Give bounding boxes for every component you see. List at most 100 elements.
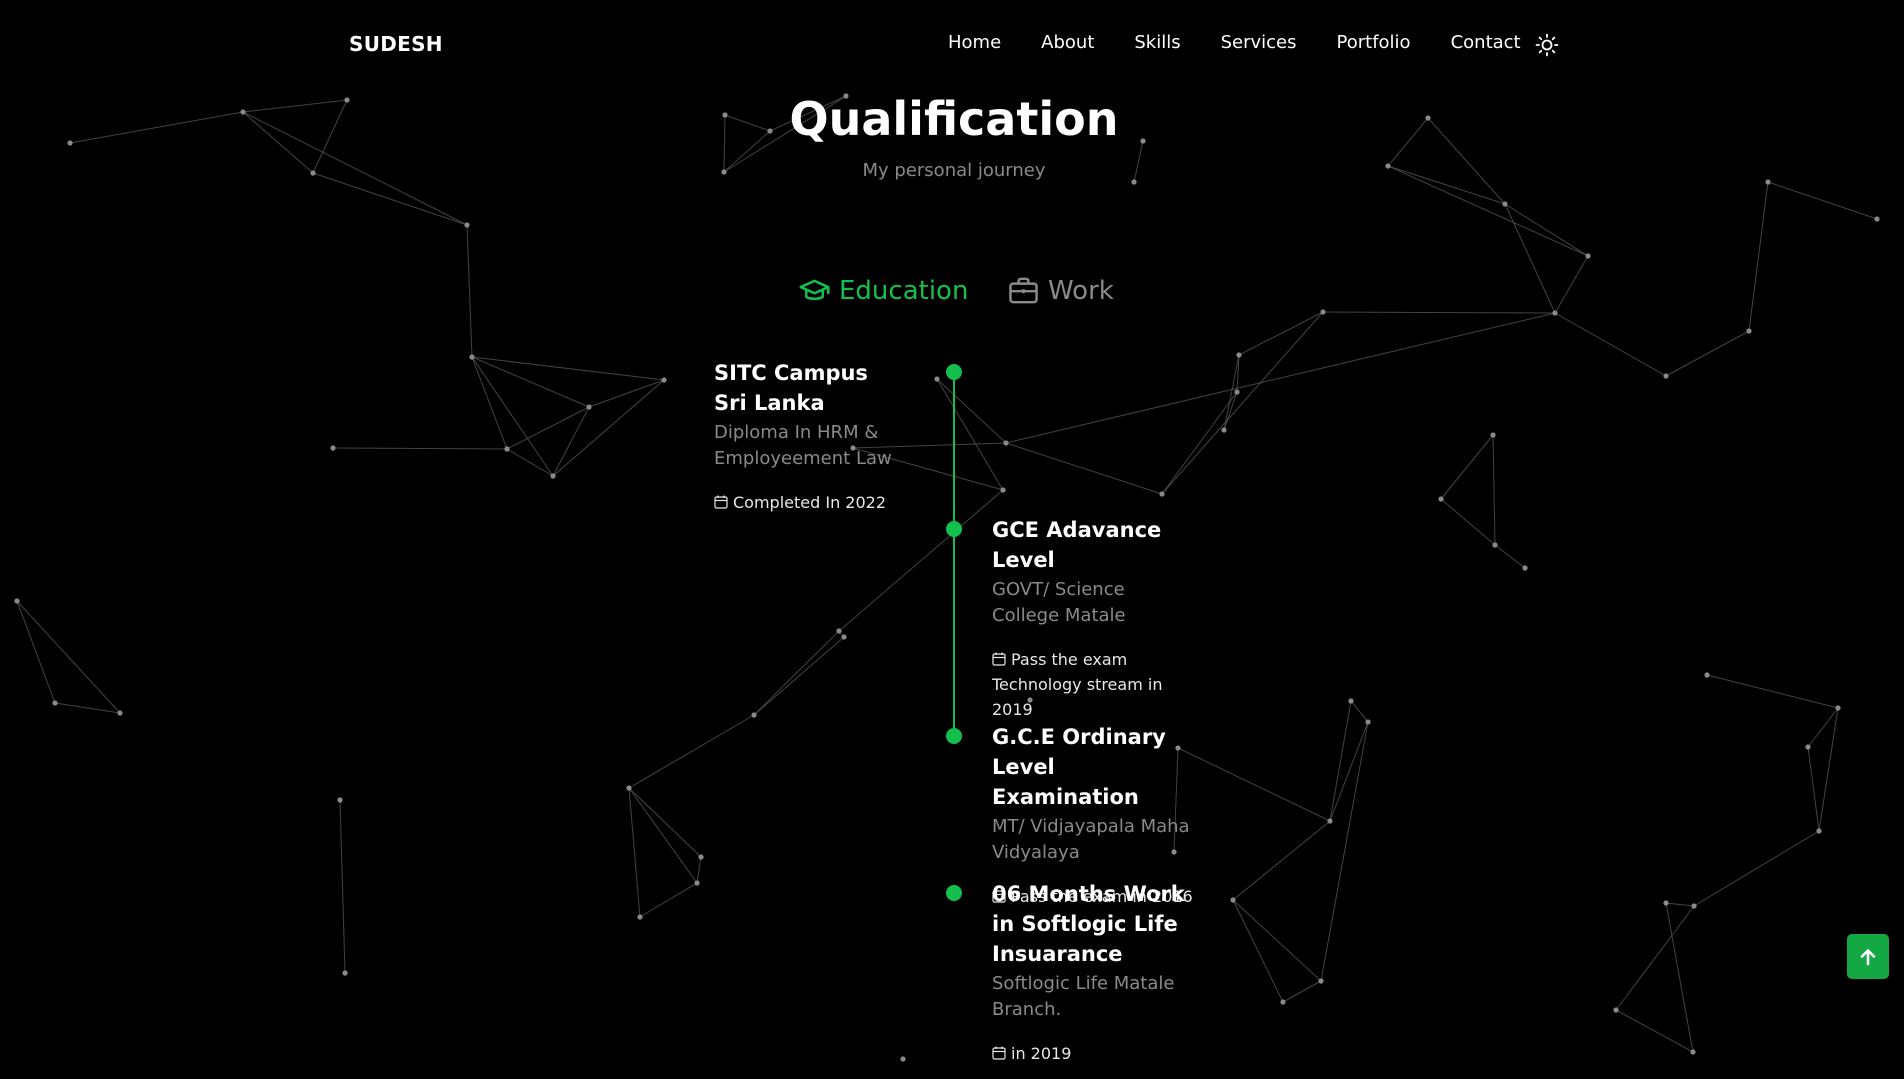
particle-link [1329, 700, 1352, 822]
particle-link [1322, 311, 1556, 314]
particle-dot [751, 712, 757, 718]
particle-link [1818, 707, 1839, 832]
particle-link [753, 636, 845, 716]
particle-link [16, 600, 121, 714]
particle-dot [934, 376, 940, 382]
particle-link [639, 882, 698, 918]
particle-link [1005, 442, 1163, 495]
calendar-icon [714, 495, 728, 509]
timeline-item-title: G.C.E Ordinary Level Examination [992, 725, 1166, 809]
particle-dot [637, 914, 643, 920]
particle-dot [1318, 978, 1324, 984]
particle-dot [1502, 201, 1508, 207]
particle-dot [342, 970, 348, 976]
particle-dot [1236, 352, 1242, 358]
tab-education[interactable]: Education [798, 274, 968, 307]
particle-dot [1221, 427, 1227, 433]
tab-work[interactable]: Work [1007, 274, 1114, 307]
particle-link [1554, 312, 1667, 377]
particle-dot [1327, 818, 1333, 824]
particle-link [1492, 434, 1496, 546]
nav-contact[interactable]: Contact [1451, 32, 1521, 53]
scroll-up-button[interactable] [1847, 934, 1889, 979]
particle-link [471, 356, 665, 381]
particle-link [506, 448, 554, 477]
particle-link [1665, 902, 1695, 907]
particle-link [936, 378, 1004, 491]
brand-logo[interactable]: SUDESH [349, 32, 443, 56]
particle-link [1005, 312, 1556, 444]
particle-dot [1365, 719, 1371, 725]
particle-dot [1585, 253, 1591, 259]
timeline-item-gce-al: GCE Adavance Level GOVT/ Science College… [992, 515, 1192, 722]
particle-dot [698, 854, 704, 860]
particle-dot [1613, 1007, 1619, 1013]
particle-dot [900, 1056, 906, 1062]
nav-about[interactable]: About [1041, 32, 1094, 53]
timeline-dot [946, 885, 962, 901]
particle-link [1554, 255, 1589, 314]
timeline-item-subtitle: GOVT/ Science College Matale [992, 579, 1126, 626]
particle-link [628, 714, 755, 789]
particle-dot [330, 445, 336, 451]
particle-link [1748, 181, 1769, 332]
particle-dot [550, 473, 556, 479]
calendar-icon [992, 652, 1006, 666]
nav-menu: Home About Skills Services Portfolio Con… [948, 32, 1521, 53]
particle-link [588, 379, 665, 408]
particle-dot [1159, 491, 1165, 497]
tab-education-label: Education [839, 275, 969, 306]
nav-services[interactable]: Services [1221, 32, 1297, 53]
timeline-item-title: 06 Months Work in Softlogic Life Insuara… [992, 882, 1185, 966]
particle-link [753, 630, 840, 716]
particle-link [1232, 899, 1322, 982]
particle-dot [1320, 309, 1326, 315]
particle-dot [1874, 216, 1880, 222]
particle-dot [586, 404, 592, 410]
timeline-item-subtitle: Softlogic Life Matale Branch. [992, 973, 1175, 1020]
timeline-dot [946, 521, 962, 537]
particle-dot [661, 377, 667, 383]
particle-dot [1552, 310, 1558, 316]
particle-dot [1230, 897, 1236, 903]
particle-link [1504, 203, 1556, 314]
briefcase-icon [1009, 277, 1038, 304]
timeline-line [953, 372, 955, 736]
particle-dot [836, 628, 842, 634]
particle-link [1232, 820, 1331, 901]
particle-link [332, 447, 508, 450]
particle-link [1440, 434, 1494, 500]
particle-link [1665, 330, 1750, 377]
timeline-dot [946, 728, 962, 744]
particle-link [471, 356, 508, 450]
timeline-item-date: Completed In 2022 [714, 490, 899, 515]
particle-link [1807, 746, 1820, 832]
navbar: SUDESH Home About Skills Services Portfo… [0, 0, 1904, 90]
sun-icon[interactable] [1535, 33, 1559, 57]
particle-link [1494, 544, 1526, 569]
particle-dot [1522, 565, 1528, 571]
particle-link [1807, 707, 1839, 748]
timeline-item-title: GCE Adavance Level [992, 518, 1162, 572]
particle-link [1320, 721, 1369, 982]
particle-link [1161, 391, 1238, 495]
particle-dot [1234, 389, 1240, 395]
particle-dot [1492, 542, 1498, 548]
particle-link [1329, 721, 1369, 822]
arrow-up-icon [1860, 948, 1876, 965]
particle-dot [1691, 903, 1697, 909]
particle-link [1161, 311, 1324, 495]
particle-dot [1663, 373, 1669, 379]
particle-dot [1348, 698, 1354, 704]
timeline-item-softlogic: 06 Months Work in Softlogic Life Insuara… [992, 879, 1197, 1066]
particle-link [466, 224, 473, 358]
particle-dot [1704, 672, 1710, 678]
particle-link [16, 600, 56, 704]
nav-portfolio[interactable]: Portfolio [1337, 32, 1411, 53]
nav-skills[interactable]: Skills [1134, 32, 1180, 53]
calendar-icon [992, 1046, 1006, 1060]
particle-link [339, 799, 346, 974]
nav-home[interactable]: Home [948, 32, 1001, 53]
particle-dot [1000, 487, 1006, 493]
particle-dot [1438, 496, 1444, 502]
